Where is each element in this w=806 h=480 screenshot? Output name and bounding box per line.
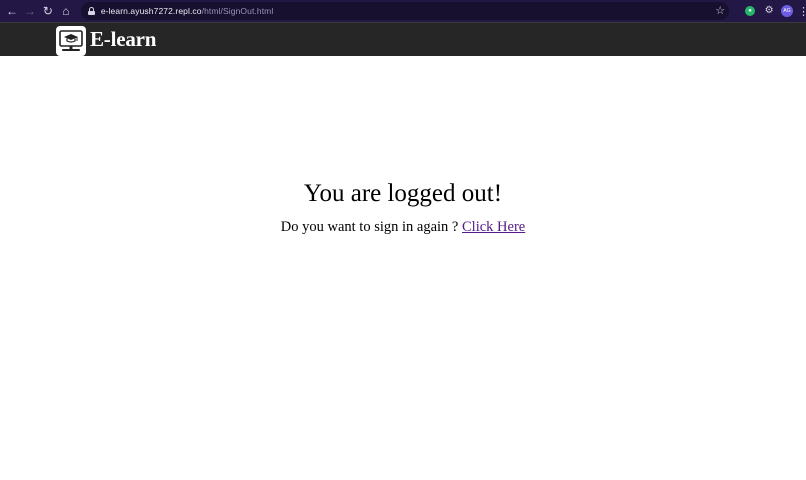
url-host: e-learn.ayush7272.repl.co (100, 6, 202, 16)
e-learn-logo[interactable] (56, 26, 86, 56)
lock-icon[interactable] (87, 7, 95, 15)
sign-in-link[interactable]: Click Here (462, 219, 525, 235)
address-bar[interactable]: e-learn.ayush7272.repl.co/html/SignOut.h… (80, 2, 730, 20)
page-title: You are logged out! (303, 180, 503, 207)
back-arrow-icon[interactable]: ← (3, 2, 21, 20)
forward-arrow-icon[interactable]: → (21, 2, 39, 20)
signout-content: You are logged out! Do you want to sign … (0, 56, 806, 480)
extensions-puzzle-icon[interactable]: ⚙ (763, 5, 775, 17)
brand-name[interactable]: E-learn (90, 27, 156, 51)
bookmark-star-icon[interactable]: ☆ (715, 4, 725, 18)
site-header: E-learn (0, 22, 806, 56)
home-icon[interactable]: ⌂ (57, 2, 75, 20)
url-path: /html/SignOut.html (201, 6, 274, 16)
browser-toolbar: ← → ↻ ⌂ e-learn.ayush7272.repl.co/html/S… (0, 0, 806, 22)
reload-icon[interactable]: ↻ (39, 2, 57, 20)
sign-in-prompt-text: Do you want to sign in again ? (280, 219, 462, 235)
grammarly-extension-icon[interactable]: ● (745, 6, 756, 16)
monitor-graduation-cap-icon (59, 30, 83, 51)
sign-in-prompt: Do you want to sign in again ? Click Her… (0, 218, 806, 236)
profile-initials: AG (783, 8, 791, 14)
browser-menu-icon[interactable]: ⋮ (798, 5, 806, 18)
url-text[interactable]: e-learn.ayush7272.repl.co/html/SignOut.h… (101, 6, 274, 16)
profile-avatar[interactable]: AG (781, 5, 793, 17)
